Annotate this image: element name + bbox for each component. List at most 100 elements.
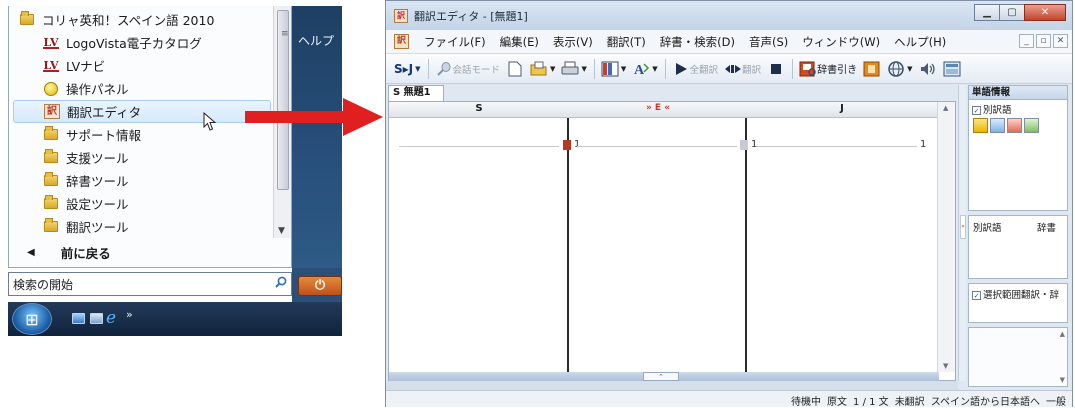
internet-explorer-icon[interactable]: e	[106, 308, 116, 328]
menu-help[interactable]: ヘルプ(H)	[887, 34, 953, 50]
user-dictionary-button[interactable]	[863, 60, 881, 78]
checkbox-checked-icon: ✓	[972, 291, 981, 300]
user-dictionary-icon	[863, 60, 881, 78]
power-area: ⏻	[292, 268, 342, 302]
menu-item-label: 設定ツール	[66, 197, 129, 212]
document-tab[interactable]: S 無題1	[388, 85, 444, 101]
new-document-icon	[506, 60, 524, 78]
doc-minimize-button[interactable]: _	[1019, 34, 1034, 48]
folder-icon	[43, 126, 59, 143]
status-bar: 待機中 原文 1 / 1 文 未翻訳 スペイン語から日本語へ 一般	[386, 390, 1072, 408]
search-placeholder: 検索の開始	[13, 277, 74, 292]
menu-view[interactable]: 表示(V)	[546, 34, 600, 50]
source-sentence-marker	[563, 140, 571, 150]
search-box[interactable]: 検索の開始	[8, 272, 292, 296]
stop-button[interactable]	[767, 60, 785, 78]
editor-scrollbar[interactable]: ▲ ▼	[937, 102, 955, 372]
folder-icon	[43, 172, 59, 189]
scroll-down-icon[interactable]: ▼	[943, 362, 948, 370]
translate-all-button[interactable]: 全翻訳	[672, 60, 718, 78]
menu-edit[interactable]: 編集(E)	[493, 34, 546, 50]
print-button[interactable]: ▼	[561, 60, 587, 78]
translation-editor-icon: 訳	[44, 104, 60, 120]
direction-button[interactable]: S▸J ▼	[394, 62, 421, 76]
menu-item-support-info[interactable]: サポート情報	[13, 123, 271, 146]
quick-launch-more[interactable]: »	[126, 308, 133, 321]
menu-window[interactable]: ウィンドウ(W)	[795, 34, 887, 50]
scroll-up-icon[interactable]: ▲	[943, 104, 948, 112]
edit-document-icon[interactable]	[1007, 118, 1022, 133]
menu-item-dictionary-tools[interactable]: 辞書ツール	[13, 169, 271, 192]
help-link[interactable]: ヘルプ	[298, 32, 334, 49]
new-document-button[interactable]	[506, 60, 524, 78]
selection-translate-checkbox[interactable]: ✓ 選択範囲翻訳・辞	[972, 287, 1059, 301]
start-orb-icon[interactable]: ⊞	[12, 303, 52, 335]
settings-panel-button[interactable]	[943, 60, 961, 78]
menu-item-translation-tools[interactable]: 翻訳ツール	[13, 215, 271, 238]
status-sentence-count: 1 / 1 文	[853, 397, 889, 408]
status-source: 原文	[827, 397, 848, 408]
person-icon[interactable]	[973, 118, 988, 133]
doc-restore-button[interactable]: ▫	[1036, 34, 1051, 48]
power-button[interactable]: ⏻	[298, 276, 342, 296]
column-header-japanese: J	[840, 103, 844, 114]
search-document-icon[interactable]	[990, 118, 1005, 133]
selection-result-box[interactable]: ▲ ▼	[968, 327, 1068, 387]
menu-item-settings-tools[interactable]: 設定ツール	[13, 192, 271, 215]
taskbar: ⊞ e »	[8, 302, 342, 336]
web-button[interactable]: ▼	[887, 60, 913, 78]
status-field: 一般	[1046, 397, 1066, 408]
menu-item-spanish-2010[interactable]: コリャ英和！スペイン語 2010	[13, 8, 271, 31]
menu-item-logovista-catalog[interactable]: LV LogoVista電子カタログ	[13, 31, 271, 54]
status-state: 待機中	[791, 397, 822, 408]
open-button[interactable]: ▼	[530, 60, 555, 78]
layout-button[interactable]: ▼	[601, 60, 626, 78]
speech-mode-button[interactable]: 会話モード	[435, 60, 500, 78]
speaker-button[interactable]	[919, 60, 937, 78]
menu-item-label: 翻訳ツール	[66, 220, 129, 235]
maximize-button[interactable]: ▢	[999, 4, 1025, 21]
column-divider[interactable]	[745, 118, 747, 372]
sentence-line	[757, 146, 917, 147]
scroll-down-icon[interactable]: ▼	[1060, 376, 1065, 384]
status-translation: 未翻訳	[894, 397, 925, 408]
column-header-source: S	[475, 103, 483, 114]
close-button[interactable]: ✕	[1024, 4, 1066, 21]
splitter-grip-icon[interactable]: ⌃	[643, 372, 679, 381]
retranslation-sentence-number: 1	[751, 139, 758, 150]
logovista-icon: LV	[43, 59, 59, 72]
search-icon[interactable]	[271, 276, 291, 292]
minimize-button[interactable]: ▁	[974, 4, 1000, 21]
dictionary-lookup-button[interactable]: 辞書引き	[799, 60, 857, 78]
column-divider[interactable]	[567, 118, 569, 372]
printer-icon	[561, 60, 579, 78]
show-desktop-icon[interactable]	[72, 313, 85, 324]
back-button[interactable]: ◀ 前に戻る	[13, 240, 271, 264]
logovista-icon: LV	[43, 36, 59, 49]
menu-speech[interactable]: 音声(S)	[742, 34, 795, 50]
font-button[interactable]: A ▼	[632, 60, 657, 78]
alt-translation-checkbox[interactable]: ✓ 別訳語	[972, 102, 1012, 116]
red-arrow-icon	[245, 98, 383, 136]
menu-item-translation-editor[interactable]: 訳 翻訳エディタ	[13, 100, 271, 123]
switch-windows-icon[interactable]	[90, 313, 103, 324]
menu-translate[interactable]: 翻訳(T)	[600, 34, 653, 50]
document-icon[interactable]: 訳	[394, 34, 409, 49]
doc-close-button[interactable]: ✕	[1053, 34, 1068, 48]
translate-button[interactable]: 翻訳	[724, 60, 761, 78]
menu-item-label: コリャ英和！スペイン語 2010	[42, 13, 215, 28]
bottom-splitter[interactable]	[386, 381, 958, 390]
user-word-icon[interactable]	[1024, 118, 1039, 133]
title-bar[interactable]: 訳 翻訳エディタ - [無題1] ▁ ▢ ✕	[386, 1, 1072, 30]
translation-grid[interactable]: S » E « J 1 1 1 ▲ ▼ ⌃	[388, 101, 956, 382]
selection-translate-box: ✓ 選択範囲翻訳・辞	[968, 283, 1068, 323]
menu-dictionary-search[interactable]: 辞書・検索(D)	[653, 34, 742, 50]
menu-item-lv-navi[interactable]: LV LVナビ	[13, 54, 271, 77]
menu-item-control-panel[interactable]: 操作パネル	[13, 77, 271, 100]
scroll-down-icon[interactable]: ▼	[278, 226, 285, 236]
start-menu: コリャ英和！スペイン語 2010 LV LogoVista電子カタログ LV L…	[8, 6, 342, 336]
menu-bar: 訳 ファイル(F) 編集(E) 表示(V) 翻訳(T) 辞書・検索(D) 音声(…	[386, 30, 1072, 54]
menu-file[interactable]: ファイル(F)	[417, 34, 493, 50]
menu-item-support-tools[interactable]: 支援ツール	[13, 146, 271, 169]
scroll-up-icon[interactable]: ▲	[1060, 330, 1065, 338]
